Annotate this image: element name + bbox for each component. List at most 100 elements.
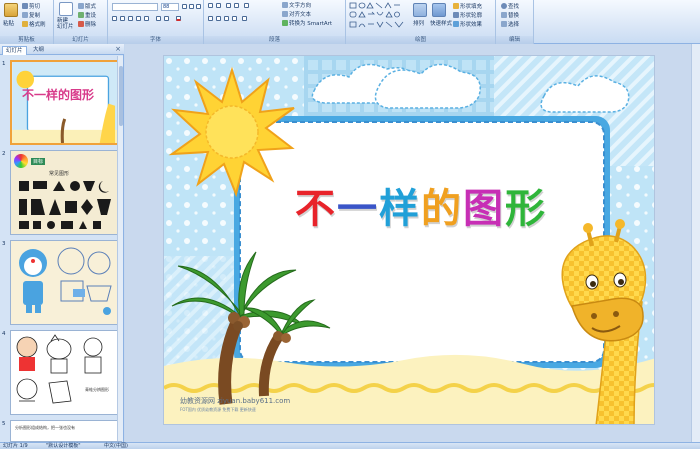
replace-icon: [501, 12, 507, 18]
shrink-font-icon[interactable]: [189, 4, 194, 9]
shape-outline-button[interactable]: 形状轮廓: [453, 11, 482, 19]
font-size-combo[interactable]: 88: [161, 3, 179, 11]
copy-icon: [22, 12, 28, 18]
thumbnail-pane: 幻灯片 大纲 × 1 不一样的图形 2 目标 常见图形 3 4 青蛙分辨图形 5…: [0, 44, 124, 442]
thumbnail-number: 2: [2, 151, 6, 157]
watermark-subtext: FOT国内 优质幼教资源 免费下载 更新快速: [180, 407, 256, 412]
text-direction-button[interactable]: 文字方向: [282, 1, 311, 9]
replace-button[interactable]: 替换: [501, 11, 519, 19]
title-char-4: 的: [420, 185, 463, 232]
title-char-2: 一: [336, 185, 379, 232]
thumbnail-caption: 青蛙分辨图形: [85, 387, 109, 392]
thumbnail-tag: 目标: [31, 158, 46, 165]
layout-button[interactable]: 版式: [78, 2, 96, 10]
thumbnail-slide-3[interactable]: [10, 240, 122, 325]
thumbnail-slide-5[interactable]: 分析图形组成结构，把一张也没有: [10, 420, 122, 442]
new-slide-button[interactable]: 新建 幻灯片: [57, 18, 74, 30]
scissors-icon: [22, 3, 28, 9]
clipboard-group: 粘贴 剪切 复制 格式刷 剪贴板: [0, 0, 54, 44]
thumbnail-slide-1[interactable]: 不一样的图形: [10, 60, 122, 145]
slide-counter: 幻灯片 1/9: [3, 443, 28, 449]
arrange-icon[interactable]: [413, 3, 427, 17]
slide-editing-area: 不一样的图形 幼教资源网 ziyuan.baby611.com FOT国内 优质…: [125, 44, 700, 442]
bold-icon[interactable]: [112, 16, 117, 21]
editor-scrollbar[interactable]: [691, 44, 700, 442]
find-button[interactable]: 查找: [501, 2, 519, 10]
shapes-preview: [19, 181, 111, 229]
quick-styles-icon[interactable]: [432, 3, 446, 17]
tab-outline[interactable]: 大纲: [30, 46, 47, 55]
italic-icon[interactable]: [120, 16, 125, 21]
language-indicator[interactable]: 中文(中国): [104, 443, 128, 449]
char-spacing-icon[interactable]: [156, 16, 161, 21]
paste-icon[interactable]: [4, 3, 18, 17]
change-case-icon[interactable]: [164, 16, 169, 21]
justify-icon[interactable]: [232, 16, 237, 21]
thumbnail-caption: 分析图形组成结构，把一张也没有: [15, 425, 75, 430]
thumbnail-scrollbar[interactable]: [117, 56, 123, 441]
line-spacing-icon[interactable]: [244, 3, 249, 8]
paste-button[interactable]: 粘贴: [3, 19, 14, 27]
outline-pen-icon: [453, 12, 459, 18]
delete-slide-button[interactable]: 删除: [78, 20, 96, 28]
delete-icon: [78, 21, 84, 27]
shadow-icon[interactable]: [144, 16, 149, 21]
align-left-icon[interactable]: [208, 16, 213, 21]
clipboard-group-label: 剪贴板: [0, 36, 53, 44]
shapes-gallery-icon[interactable]: [349, 2, 407, 30]
magnifier-icon: [501, 3, 507, 9]
slide-title[interactable]: 不一样的图形: [236, 176, 606, 234]
scrollbar-thumb[interactable]: [119, 66, 123, 126]
arrange-button[interactable]: 排列: [413, 19, 424, 27]
smartart-icon: [282, 20, 288, 26]
bullets-icon[interactable]: [208, 3, 213, 8]
align-right-icon[interactable]: [224, 16, 229, 21]
paragraph-group-label: 段落: [204, 36, 345, 44]
increase-indent-icon[interactable]: [234, 3, 239, 8]
slide-canvas[interactable]: 不一样的图形 幼教资源网 ziyuan.baby611.com FOT国内 优质…: [163, 55, 655, 425]
quick-styles-button[interactable]: 快速样式: [430, 19, 452, 27]
close-pane-icon[interactable]: ×: [115, 45, 121, 53]
grow-font-icon[interactable]: [182, 4, 187, 9]
thumbnail-number: 1: [2, 61, 6, 67]
select-button[interactable]: 选择: [501, 20, 519, 28]
format-painter-button[interactable]: 格式刷: [22, 20, 46, 28]
thumbnail-number: 4: [2, 331, 6, 337]
paragraph-group: 文字方向 对齐文本 转换为 SmartArt 段落: [204, 0, 346, 44]
decrease-indent-icon[interactable]: [226, 3, 231, 8]
ribbon: 粘贴 剪切 复制 格式刷 剪贴板 新建 幻灯片 版式 重设 删除 幻灯片 88 …: [0, 0, 700, 44]
clear-format-icon[interactable]: [196, 4, 201, 9]
thumbnail-title: 常见图形: [49, 171, 70, 177]
theme-name: "默认设计模板": [46, 443, 81, 449]
editing-group: 查找 替换 选择 编辑: [496, 0, 534, 44]
reset-button[interactable]: 重设: [78, 11, 96, 19]
font-color-icon[interactable]: [176, 16, 181, 21]
strikethrough-icon[interactable]: [136, 16, 141, 21]
align-center-icon[interactable]: [216, 16, 221, 21]
cut-button[interactable]: 剪切: [22, 2, 40, 10]
thumbnail-number: 3: [2, 241, 6, 247]
editing-group-label: 编辑: [496, 36, 533, 44]
smartart-button[interactable]: 转换为 SmartArt: [282, 19, 332, 27]
status-bar: 幻灯片 1/9 "默认设计模板" 中文(中国): [0, 442, 700, 449]
thumbnail-title: 不一样的图形: [22, 88, 95, 102]
drawing-group: 排列 快速样式 形状填充 形状轮廓 形状效果 绘图: [346, 0, 496, 44]
copy-button[interactable]: 复制: [22, 11, 40, 19]
thumbnail-slide-4[interactable]: 青蛙分辨图形: [10, 330, 122, 415]
shape-effects-button[interactable]: 形状效果: [453, 20, 482, 28]
thumbnail-slide-2[interactable]: 目标 常见图形: [10, 150, 122, 235]
slides-group: 新建 幻灯片 版式 重设 删除 幻灯片: [54, 0, 108, 44]
drawing-group-label: 绘图: [346, 36, 495, 44]
underline-icon[interactable]: [128, 16, 133, 21]
numbering-icon[interactable]: [216, 3, 221, 8]
reset-icon: [78, 12, 84, 18]
font-name-combo[interactable]: [112, 3, 158, 11]
align-text-button[interactable]: 对齐文本: [282, 10, 311, 18]
title-char-5: 图: [462, 185, 505, 232]
title-char-1: 不: [294, 185, 337, 232]
select-arrow-icon: [501, 21, 507, 27]
new-slide-icon[interactable]: [59, 2, 73, 16]
tab-slides[interactable]: 幻灯片: [2, 46, 27, 55]
columns-icon[interactable]: [242, 16, 247, 21]
shape-fill-button[interactable]: 形状填充: [453, 2, 482, 10]
